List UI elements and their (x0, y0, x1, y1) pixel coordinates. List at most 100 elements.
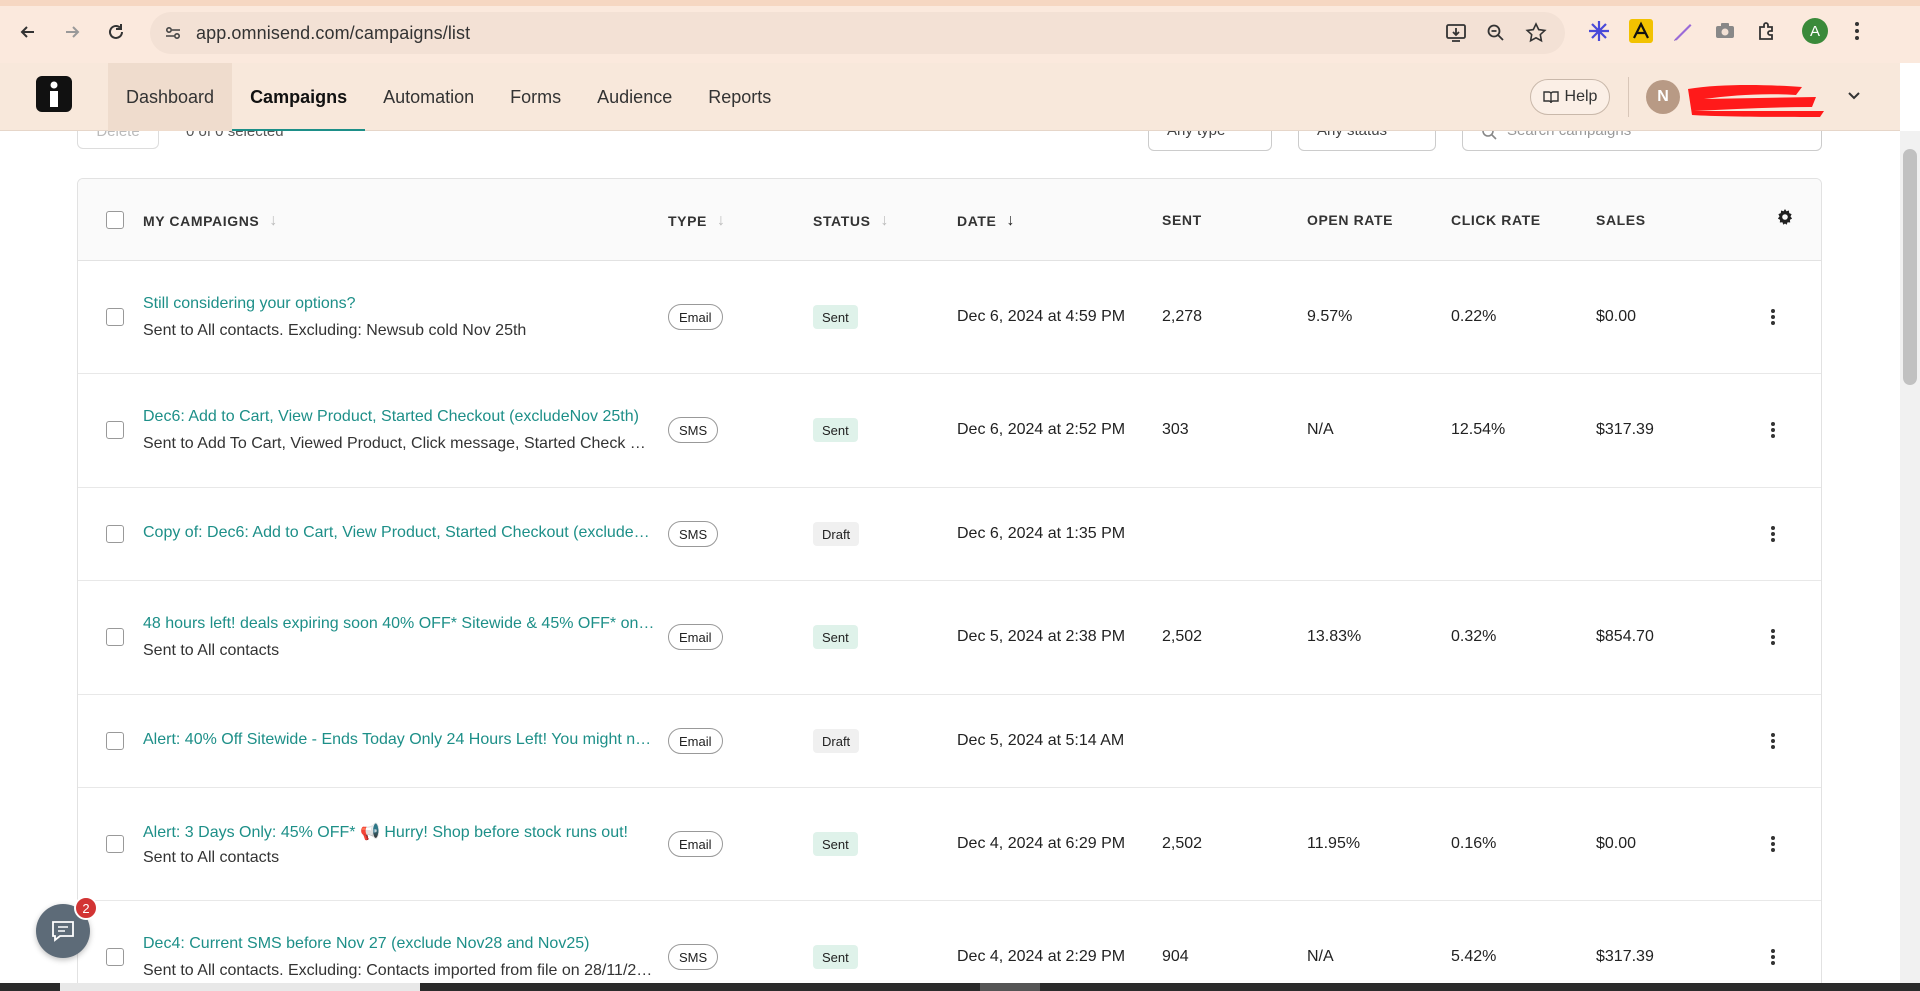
campaign-date: Dec 4, 2024 at 2:29 PM (957, 948, 1126, 965)
campaign-toolbar: Delete 0 of 0 selected Any type Any stat… (0, 131, 1900, 151)
chevron-down-icon[interactable] (1846, 87, 1862, 103)
open-rate: N/A (1307, 421, 1334, 438)
row-checkbox[interactable] (106, 308, 124, 326)
page-scrollbar[interactable] (1900, 131, 1920, 991)
extensions-puzzle-icon[interactable] (1754, 18, 1780, 44)
gear-icon[interactable] (1776, 208, 1794, 226)
th-sales: SALES (1596, 212, 1646, 228)
more-vertical-icon[interactable] (1770, 420, 1776, 440)
table-row[interactable]: Alert: 40% Off Sitewide - Ends Today Onl… (78, 695, 1821, 788)
arrow-right-icon (66, 26, 80, 38)
nav-dashboard[interactable]: Dashboard (108, 63, 233, 131)
browser-tab-strip (0, 0, 1920, 6)
more-vertical-icon[interactable] (1770, 731, 1776, 751)
nav-automation[interactable]: Automation (365, 63, 492, 131)
table-header: MY CAMPAIGNS ↓ TYPE ↓ STATUS ↓ DATE ↓ SE… (78, 179, 1821, 261)
row-checkbox[interactable] (106, 732, 124, 750)
browser-menu-icon[interactable] (1844, 18, 1870, 44)
help-button[interactable]: Help (1530, 79, 1610, 115)
sort-arrow-active-icon: ↓ (1006, 212, 1016, 229)
more-vertical-icon[interactable] (1770, 947, 1776, 967)
campaign-name-link[interactable]: Still considering your options? (143, 295, 356, 313)
more-vertical-icon[interactable] (1770, 524, 1776, 544)
campaign-name-link[interactable]: 48 hours left! deals expiring soon 40% O… (143, 615, 658, 633)
type-badge: Email (668, 624, 723, 650)
main-nav: Dashboard Campaigns Automation Forms Aud… (108, 63, 789, 131)
th-sent: SENT (1162, 212, 1202, 228)
campaign-name-link[interactable]: Dec6: Add to Cart, View Product, Started… (143, 408, 639, 426)
more-vertical-icon[interactable] (1770, 627, 1776, 647)
campaign-name-link[interactable]: Alert: 40% Off Sitewide - Ends Today Onl… (143, 731, 658, 749)
open-rate: 11.95% (1307, 835, 1361, 852)
type-badge: SMS (668, 944, 719, 970)
th-open-rate-label: OPEN RATE (1307, 212, 1394, 228)
campaigns-table: MY CAMPAIGNS ↓ TYPE ↓ STATUS ↓ DATE ↓ SE… (77, 178, 1822, 991)
th-status-label: STATUS (813, 213, 871, 229)
extension-yellow-icon[interactable] (1628, 18, 1654, 44)
forward-button[interactable] (58, 18, 86, 46)
open-rate: 9.57% (1307, 308, 1353, 325)
address-bar[interactable]: app.omnisend.com/campaigns/list (150, 12, 1565, 54)
row-checkbox[interactable] (106, 835, 124, 853)
search-input[interactable]: Search campaigns (1462, 131, 1822, 151)
campaign-name-link[interactable]: Copy of: Dec6: Add to Cart, View Product… (143, 524, 658, 542)
extension-camera-icon[interactable] (1712, 18, 1738, 44)
table-row[interactable]: Copy of: Dec6: Add to Cart, View Product… (78, 488, 1821, 581)
sent-count: 2,502 (1162, 835, 1203, 852)
table-row[interactable]: Dec6: Add to Cart, View Product, Started… (78, 374, 1821, 488)
th-type[interactable]: TYPE ↓ (668, 212, 726, 230)
url-text[interactable]: app.omnisend.com/campaigns/list (196, 23, 470, 44)
campaign-audience: Sent to All contacts (143, 642, 280, 659)
more-vertical-icon[interactable] (1770, 307, 1776, 327)
zoom-icon[interactable] (1483, 21, 1509, 45)
sales-amount: $317.39 (1596, 948, 1654, 965)
th-status[interactable]: STATUS ↓ (813, 212, 889, 230)
row-checkbox[interactable] (106, 628, 124, 646)
type-badge: SMS (668, 521, 719, 547)
omnisend-logo[interactable] (36, 76, 72, 112)
nav-reports[interactable]: Reports (690, 63, 789, 131)
campaign-date: Dec 5, 2024 at 5:14 AM (957, 732, 1125, 749)
extension-pen-icon[interactable] (1670, 18, 1696, 44)
status-filter[interactable]: Any status (1298, 131, 1436, 151)
table-row[interactable]: 48 hours left! deals expiring soon 40% O… (78, 581, 1821, 695)
campaign-name-link[interactable]: Dec4: Current SMS before Nov 27 (exclude… (143, 935, 589, 953)
nav-audience[interactable]: Audience (579, 63, 690, 131)
th-type-label: TYPE (668, 213, 707, 229)
install-app-icon[interactable] (1443, 21, 1469, 45)
sales-amount: $854.70 (1596, 628, 1654, 645)
open-rate: 13.83% (1307, 628, 1362, 645)
nav-campaigns[interactable]: Campaigns (232, 63, 366, 131)
chrome-profile-button[interactable]: A (1802, 18, 1828, 44)
delete-button[interactable]: Delete (77, 131, 159, 149)
nav-forms[interactable]: Forms (492, 63, 579, 131)
type-badge: Email (668, 304, 723, 330)
taskbar-segment (60, 983, 420, 991)
campaign-name-link[interactable]: Alert: 3 Days Only: 45% OFF* 📢 Hurry! Sh… (143, 822, 628, 842)
th-my-campaigns[interactable]: MY CAMPAIGNS ↓ (143, 212, 278, 230)
table-row[interactable]: Dec4: Current SMS before Nov 27 (exclude… (78, 901, 1821, 991)
sort-arrow-icon: ↓ (269, 212, 278, 229)
table-row[interactable]: Still considering your options? Sent to … (78, 261, 1821, 374)
sort-arrow-icon: ↓ (880, 212, 890, 229)
select-all-checkbox[interactable] (106, 211, 124, 229)
th-date[interactable]: DATE ↓ (957, 212, 1015, 230)
book-icon (1542, 91, 1559, 104)
extension-snowflake-icon[interactable] (1586, 18, 1612, 44)
reload-button[interactable] (102, 18, 130, 46)
scrollbar-thumb[interactable] (1903, 149, 1917, 385)
type-filter[interactable]: Any type (1148, 131, 1272, 151)
status-badge: Sent (813, 832, 858, 856)
row-checkbox[interactable] (106, 525, 124, 543)
account-avatar[interactable]: N (1646, 80, 1680, 114)
row-checkbox[interactable] (106, 421, 124, 439)
bookmark-star-icon[interactable] (1523, 21, 1549, 45)
table-row[interactable]: Alert: 3 Days Only: 45% OFF* 📢 Hurry! Sh… (78, 788, 1821, 901)
campaign-date: Dec 6, 2024 at 2:52 PM (957, 421, 1126, 438)
back-button[interactable] (14, 18, 42, 46)
more-vertical-icon[interactable] (1770, 834, 1776, 854)
search-icon (1482, 131, 1497, 140)
row-checkbox[interactable] (106, 948, 124, 966)
taskbar-segment (980, 983, 1040, 991)
site-settings-icon[interactable] (164, 24, 182, 42)
